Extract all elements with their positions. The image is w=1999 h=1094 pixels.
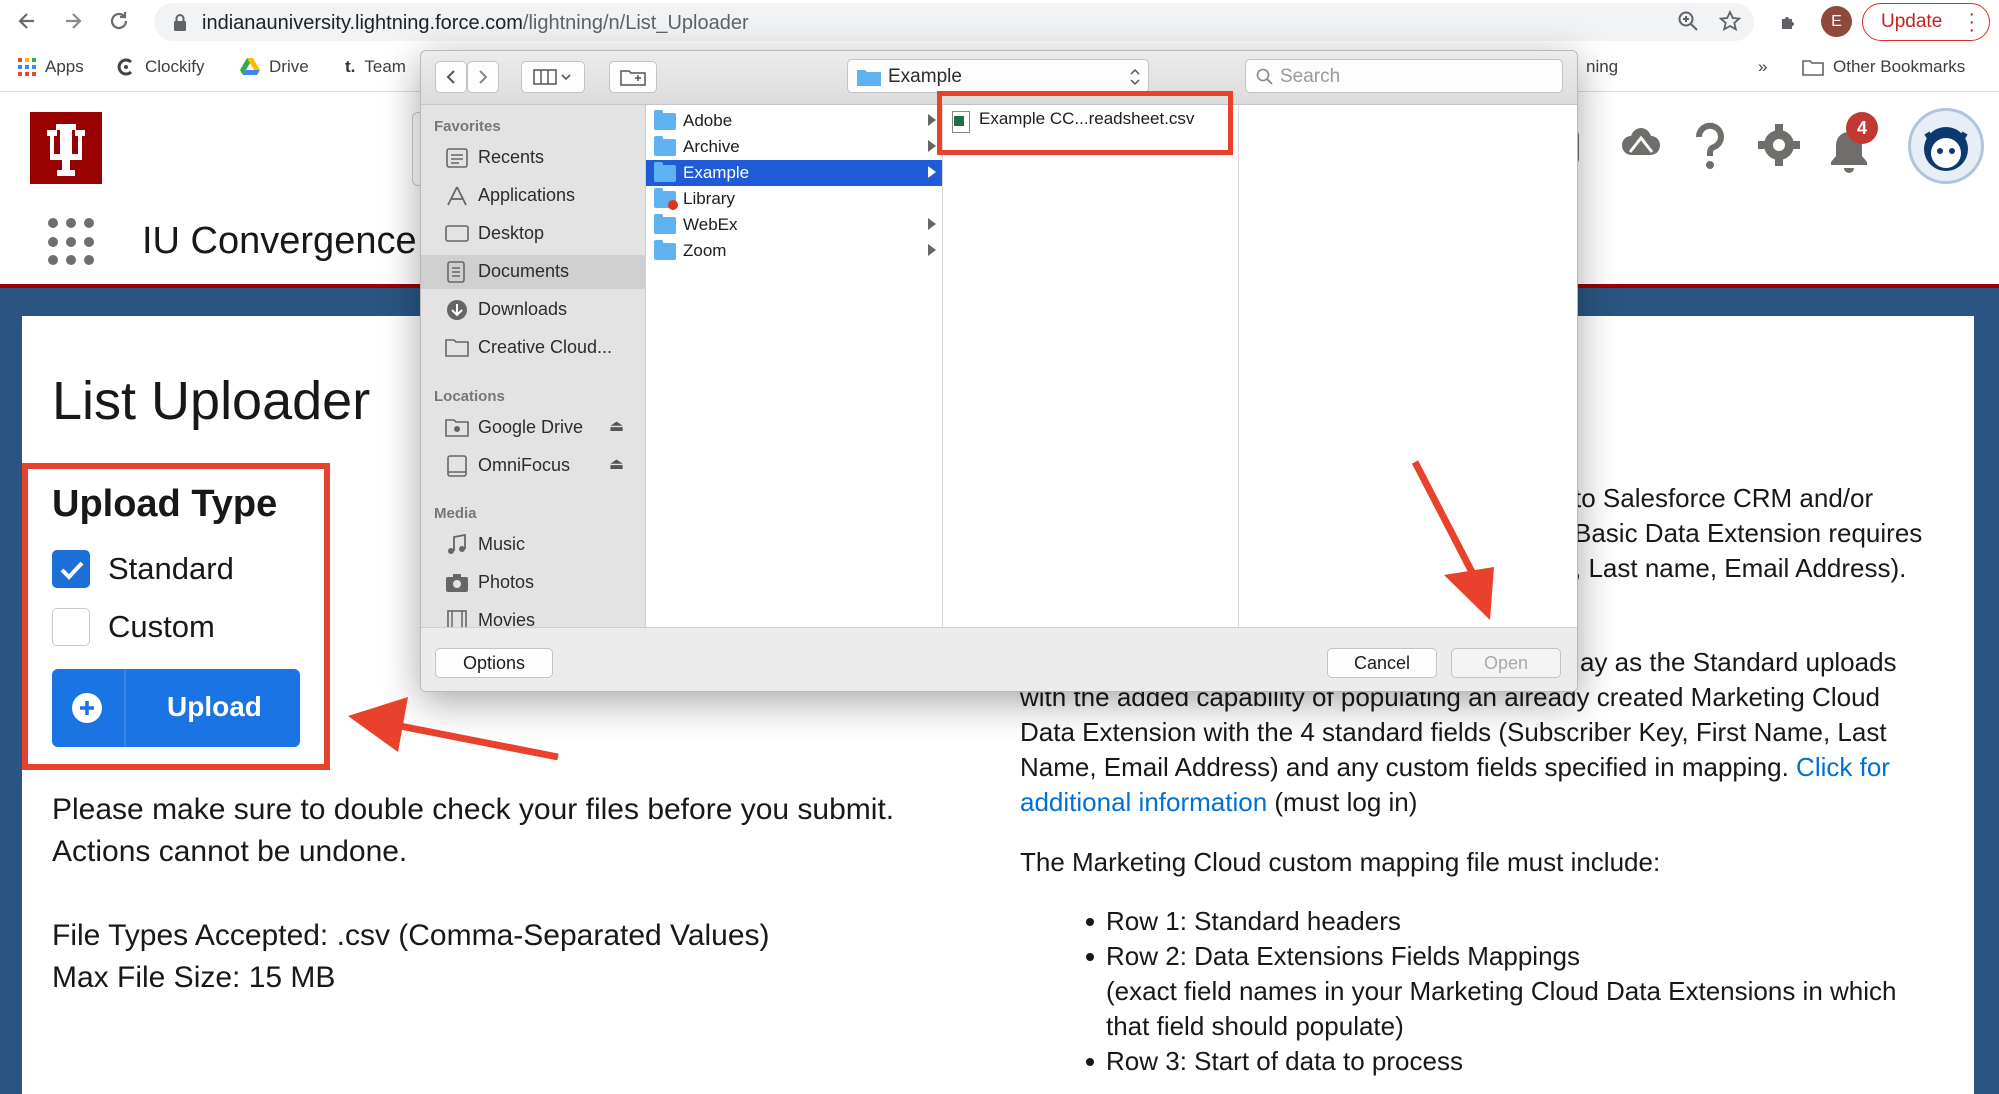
arrow-to-open [1411,460,1494,620]
annotation-arrows [348,460,1494,761]
arrow-to-upload [348,697,559,761]
